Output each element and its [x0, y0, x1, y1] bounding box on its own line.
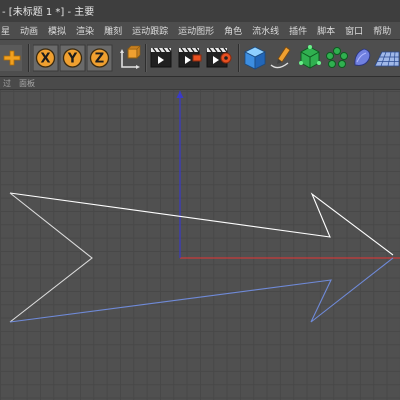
menu-item-script[interactable]: 脚本 [312, 24, 340, 37]
menu-item-edit[interactable]: 星 [0, 24, 15, 37]
viewport-canvas[interactable] [0, 90, 400, 400]
viewport-header: 过 面板 [0, 77, 400, 90]
pen-icon[interactable] [268, 43, 296, 73]
menu-item-plugins[interactable]: 插件 [284, 24, 312, 37]
viewport[interactable] [0, 90, 400, 400]
toolbar-separator [145, 44, 146, 72]
arrow-spline-bottom[interactable] [9, 257, 394, 323]
subdivision-icon[interactable] [296, 43, 324, 73]
viewport-menu-panel[interactable]: 面板 [11, 78, 35, 89]
viewport-menu-filter[interactable]: 过 [0, 78, 11, 89]
menu-item-character[interactable]: 角色 [219, 24, 247, 37]
main-toolbar: X Y Z [0, 40, 400, 77]
menu-item-mograph[interactable]: 运动图形 [173, 24, 219, 37]
menu-item-render[interactable]: 渲染 [71, 24, 99, 37]
axis-z-label: Z [95, 52, 104, 67]
coordinate-system-icon[interactable] [116, 43, 142, 73]
axis-x-lock-button[interactable]: X [33, 43, 59, 73]
menu-bar: 星 动画 模拟 渲染 雕刻 运动跟踪 运动图形 角色 流水线 插件 脚本 窗口 … [0, 22, 400, 40]
render-view-icon[interactable] [149, 43, 177, 73]
array-icon[interactable] [324, 43, 350, 73]
cube-icon[interactable] [242, 43, 268, 73]
axis-y-label: Y [67, 52, 78, 67]
deformer-icon[interactable] [350, 43, 374, 73]
world-y-axis-arrowhead [176, 91, 184, 98]
move-icon[interactable] [0, 43, 24, 73]
arrow-spline-top[interactable] [9, 192, 394, 256]
axis-y-lock-button[interactable]: Y [60, 43, 86, 73]
title-bar: - [未标题 1 *] - 主要 [0, 0, 400, 23]
menu-item-help[interactable]: 帮助 [368, 24, 396, 37]
arrow-spline-middle[interactable] [9, 192, 93, 323]
window-title: - [未标题 1 *] - 主要 [2, 7, 95, 18]
axis-z-lock-button[interactable]: Z [87, 43, 113, 73]
menu-item-motion-tracking[interactable]: 运动跟踪 [127, 24, 173, 37]
menu-item-pipeline[interactable]: 流水线 [247, 24, 284, 37]
menu-item-animation[interactable]: 动画 [15, 24, 43, 37]
menu-item-window[interactable]: 窗口 [340, 24, 368, 37]
menu-item-sculpt[interactable]: 雕刻 [99, 24, 127, 37]
axis-x-label: X [40, 52, 50, 67]
menu-item-simulate[interactable]: 模拟 [43, 24, 71, 37]
toolbar-separator [28, 44, 29, 72]
render-picture-viewer-icon[interactable] [177, 43, 205, 73]
floor-icon[interactable] [374, 43, 400, 73]
toolbar-separator [238, 44, 239, 72]
render-settings-icon[interactable] [205, 43, 233, 73]
